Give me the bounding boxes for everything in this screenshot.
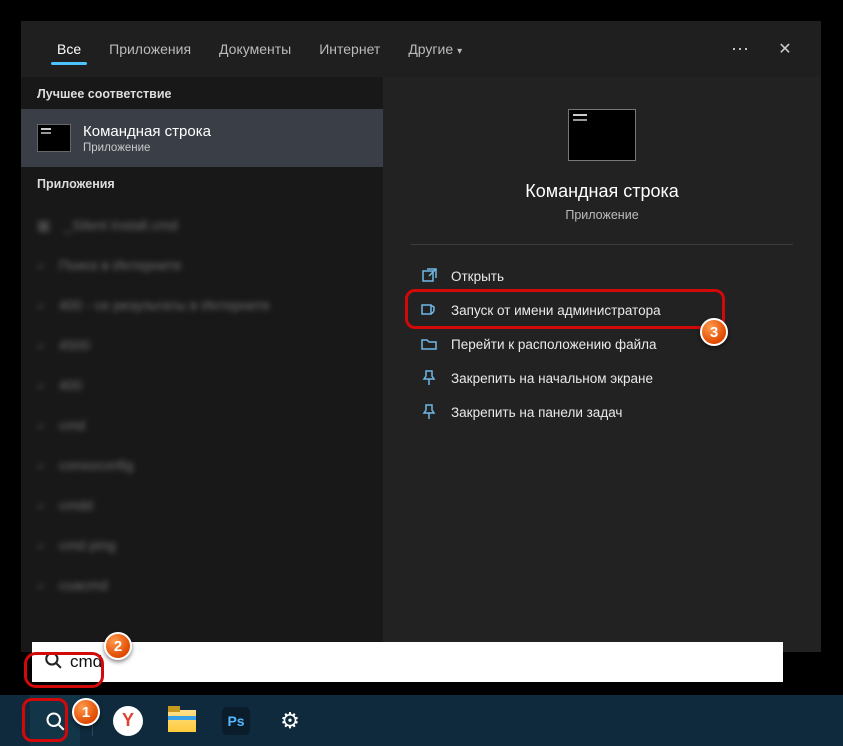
- file-icon: ▦: [37, 217, 50, 234]
- shield-icon: [421, 302, 437, 318]
- explorer-icon: [168, 710, 196, 732]
- taskbar: Y Ps ⚙: [0, 695, 843, 746]
- apps-list: ▦_Silent Install.cmd ⌕Поиск в Интернете …: [21, 199, 383, 652]
- search-icon: ⌕: [37, 377, 45, 394]
- best-match-header: Лучшее соответствие: [21, 77, 383, 109]
- search-icon: [45, 711, 65, 731]
- list-item[interactable]: ⌕400 - се результаты в Интернете: [21, 285, 383, 325]
- action-open-location[interactable]: Перейти к расположению файла: [411, 327, 793, 361]
- dots-icon: ⋯: [731, 40, 751, 58]
- list-item[interactable]: ▦_Silent Install.cmd: [21, 205, 383, 245]
- taskbar-settings[interactable]: ⚙: [265, 695, 315, 746]
- search-icon: ⌕: [37, 537, 45, 554]
- detail-title: Командная строка: [525, 181, 679, 202]
- content-columns: Лучшее соответствие Командная строка При…: [21, 77, 821, 652]
- tab-apps[interactable]: Приложения: [95, 27, 205, 71]
- list-item[interactable]: ⌕cmdd: [21, 485, 383, 525]
- photoshop-icon: Ps: [222, 707, 250, 735]
- search-icon: ⌕: [37, 577, 45, 594]
- search-icon: [44, 651, 62, 674]
- apps-header: Приложения: [21, 167, 383, 199]
- action-pin-taskbar[interactable]: Закрепить на панели задач: [411, 395, 793, 429]
- search-icon: ⌕: [37, 257, 45, 274]
- best-match-subtitle: Приложение: [83, 142, 211, 154]
- tabs-bar: Все Приложения Документы Интернет Другие…: [21, 21, 821, 77]
- search-icon: ⌕: [37, 417, 45, 434]
- annotation-marker-1: 1: [72, 698, 100, 726]
- list-item[interactable]: ⌕cuacmd: [21, 565, 383, 605]
- detail-subtitle: Приложение: [565, 208, 638, 222]
- actions-list: Открыть Запуск от имени администратора П…: [411, 259, 793, 429]
- pin-icon: [421, 404, 437, 420]
- tab-all[interactable]: Все: [43, 27, 95, 71]
- search-icon: ⌕: [37, 297, 45, 314]
- action-open[interactable]: Открыть: [411, 259, 793, 293]
- taskbar-search-button[interactable]: [30, 695, 80, 746]
- chevron-down-icon: ▾: [457, 46, 462, 57]
- results-panel: Лучшее соответствие Командная строка При…: [21, 77, 383, 652]
- taskbar-yandex[interactable]: Y: [103, 695, 153, 746]
- search-icon: ⌕: [37, 497, 45, 514]
- folder-icon: [421, 336, 437, 352]
- best-match-title: Командная строка: [83, 123, 211, 140]
- more-button[interactable]: ⋯: [719, 27, 763, 71]
- detail-panel: Командная строка Приложение Открыть Запу…: [383, 77, 821, 652]
- list-item[interactable]: ⌕cmd: [21, 405, 383, 445]
- search-icon: ⌕: [37, 337, 45, 354]
- close-icon: ✕: [778, 39, 791, 59]
- best-match-item[interactable]: Командная строка Приложение: [21, 109, 383, 167]
- action-run-as-admin[interactable]: Запуск от имени администратора: [411, 293, 793, 327]
- tab-docs[interactable]: Документы: [205, 27, 305, 71]
- action-pin-start[interactable]: Закрепить на начальном экране: [411, 361, 793, 395]
- list-item[interactable]: ⌕cmd ping: [21, 525, 383, 565]
- close-button[interactable]: ✕: [763, 27, 807, 71]
- tab-internet[interactable]: Интернет: [305, 27, 394, 71]
- cmd-icon: [37, 124, 71, 152]
- list-item[interactable]: ⌕400: [21, 365, 383, 405]
- search-box[interactable]: [32, 642, 783, 682]
- list-item[interactable]: ⌕consoconfig: [21, 445, 383, 485]
- annotation-marker-3: 3: [700, 318, 728, 346]
- open-icon: [421, 268, 437, 284]
- gear-icon: ⚙: [280, 708, 300, 734]
- taskbar-photoshop[interactable]: Ps: [211, 695, 261, 746]
- search-input[interactable]: [70, 652, 771, 672]
- list-item[interactable]: ⌕4500: [21, 325, 383, 365]
- tab-other[interactable]: Другие▾: [394, 27, 476, 71]
- list-item[interactable]: ⌕Поиск в Интернете: [21, 245, 383, 285]
- taskbar-explorer[interactable]: [157, 695, 207, 746]
- divider: [411, 244, 793, 245]
- cmd-hero-icon: [568, 109, 636, 161]
- yandex-icon: Y: [113, 706, 143, 736]
- search-icon: ⌕: [37, 457, 45, 474]
- pin-icon: [421, 370, 437, 386]
- annotation-marker-2: 2: [104, 632, 132, 660]
